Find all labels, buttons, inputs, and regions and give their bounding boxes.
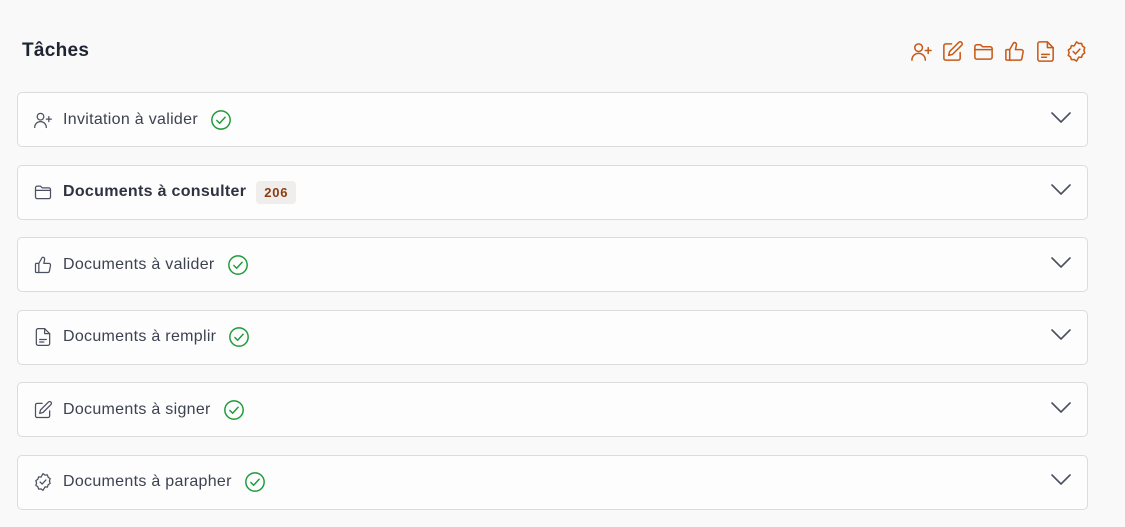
user-plus-icon: [33, 110, 53, 130]
pencil-edit-icon: [33, 400, 53, 420]
chevron-down-icon[interactable]: [1051, 473, 1071, 491]
task-documents-a-remplir[interactable]: Documents à remplir: [17, 309, 1088, 365]
task-label: Documents à valider: [63, 255, 215, 273]
task-label: Invitation à valider: [63, 110, 198, 128]
task-label: Documents à signer: [63, 400, 211, 418]
chevron-down-icon[interactable]: [1051, 183, 1071, 201]
task-documents-a-parapher[interactable]: Documents à parapher: [17, 454, 1088, 510]
check-circle-icon: [210, 109, 232, 131]
thumbs-up-icon: [33, 255, 53, 275]
task-invitation-a-valider[interactable]: Invitation à valider: [17, 92, 1088, 147]
task-documents-a-consulter[interactable]: Documents à consulter 206: [17, 164, 1088, 220]
chevron-down-icon[interactable]: [1051, 401, 1071, 419]
document-icon: [33, 327, 53, 347]
task-list: Invitation à valider Documents à consult…: [17, 92, 1088, 527]
check-circle-icon: [228, 326, 250, 348]
chevron-down-icon[interactable]: [1051, 328, 1071, 346]
chevron-down-icon[interactable]: [1051, 111, 1071, 129]
check-circle-icon: [244, 471, 266, 493]
document-icon[interactable]: [1033, 39, 1057, 63]
task-label: Documents à parapher: [63, 473, 232, 490]
badge-check-icon[interactable]: [1064, 39, 1088, 63]
task-label: Documents à remplir: [63, 328, 217, 345]
chevron-down-icon[interactable]: [1051, 256, 1071, 274]
tasks-panel: Tâches Invitation à valider Documents à …: [0, 0, 1125, 527]
check-circle-icon: [223, 399, 245, 421]
page-title: Tâches: [22, 40, 90, 61]
tasks-header: Tâches: [22, 36, 1088, 66]
task-label: Documents à consulter: [63, 183, 247, 200]
count-badge: 206: [256, 180, 297, 204]
pencil-edit-icon[interactable]: [940, 39, 964, 63]
folder-icon[interactable]: [971, 39, 995, 63]
user-plus-icon[interactable]: [909, 39, 933, 63]
task-documents-a-signer[interactable]: Documents à signer: [17, 382, 1088, 437]
check-circle-icon: [227, 254, 249, 276]
folder-icon: [33, 182, 53, 202]
toolbar: [909, 39, 1088, 63]
thumbs-up-icon[interactable]: [1002, 39, 1026, 63]
task-documents-a-valider[interactable]: Documents à valider: [17, 237, 1088, 292]
badge-check-icon: [33, 472, 53, 492]
